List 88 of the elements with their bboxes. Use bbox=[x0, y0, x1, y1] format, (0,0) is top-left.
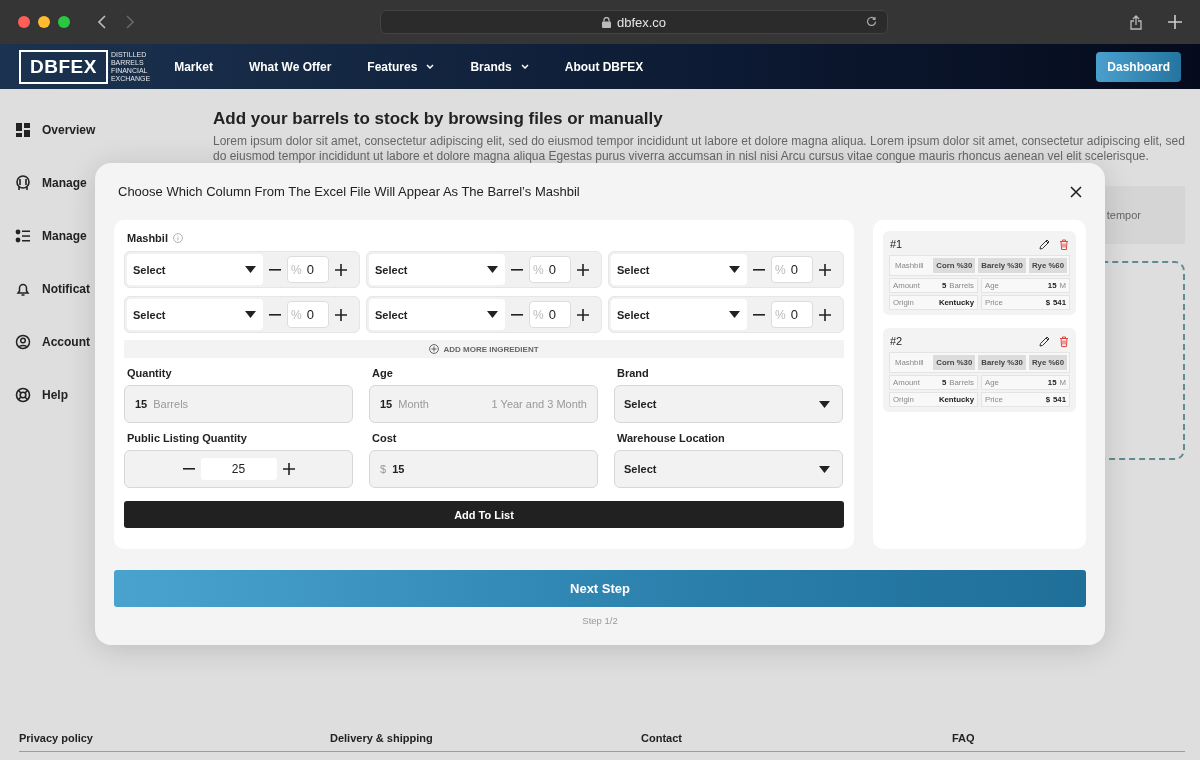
close-icon bbox=[1070, 185, 1082, 198]
field-label: Cost bbox=[372, 432, 398, 444]
percent-field[interactable]: % 0 bbox=[771, 301, 813, 328]
page-description: Lorem ipsum dolor sit amet, consectetur adipiscing elit, sed do eiusmod tempor incididunt ut labore et dolore magna aliqua. Lorem ipsum dolor sit amet, consectetur adipiscing elit, sed do eiusmod tempor incididunt ut labore et dolore magna aliqua Egestas purus viverra accumsan in nisl nisi Arcu cursus vitae congue mauris rhoncus aenean vel elit scelerisque. bbox=[213, 134, 1185, 164]
edit-button[interactable] bbox=[1039, 238, 1050, 250]
chevron-icon bbox=[426, 64, 435, 69]
pencil-icon bbox=[1039, 335, 1050, 347]
percent-field[interactable]: % 0 bbox=[771, 256, 813, 283]
field-label: Age bbox=[372, 367, 394, 379]
footer-link[interactable]: Delivery & shipping bbox=[330, 732, 433, 744]
sidebar-item[interactable]: Manage bbox=[42, 176, 87, 190]
pencil-icon bbox=[1039, 238, 1050, 250]
nav-link[interactable]: Brands bbox=[470, 59, 529, 74]
caret-icon bbox=[729, 266, 740, 273]
add-to-list-button[interactable]: Add To List bbox=[124, 501, 844, 528]
bell-icon bbox=[15, 281, 31, 297]
new-tab-icon[interactable] bbox=[1168, 15, 1182, 29]
barrel-number: #1 bbox=[890, 238, 903, 250]
lifebuoy-icon bbox=[15, 387, 31, 403]
caret-icon bbox=[245, 311, 256, 318]
caret-icon bbox=[487, 311, 498, 318]
caret-icon bbox=[819, 400, 830, 408]
sidebar-item[interactable]: Account bbox=[42, 335, 90, 349]
caret-icon bbox=[245, 266, 256, 273]
caret-icon bbox=[819, 465, 830, 473]
field-label: Quantity bbox=[127, 367, 173, 379]
minimize-button[interactable] bbox=[38, 16, 50, 28]
ingredient-select[interactable]: Select bbox=[369, 299, 505, 330]
next-step-button[interactable]: Next Step bbox=[114, 570, 1086, 607]
percent-field[interactable]: % 0 bbox=[287, 256, 329, 283]
ingredient-select[interactable]: Select bbox=[369, 254, 505, 285]
lock-icon bbox=[601, 16, 611, 28]
field-label: Warehouse Location bbox=[617, 432, 726, 444]
zoom-button[interactable] bbox=[58, 16, 70, 28]
dropdown-select[interactable]: Select bbox=[614, 450, 843, 488]
input-field[interactable]: $ 15 bbox=[369, 450, 598, 488]
edit-button[interactable] bbox=[1039, 335, 1050, 347]
input-field[interactable]: 15 Barrels bbox=[124, 385, 353, 423]
field-label: Public Listing Quantity bbox=[127, 432, 248, 444]
logo[interactable]: DBFEX bbox=[19, 49, 108, 84]
barrel-number: #2 bbox=[890, 335, 903, 347]
sidebar-item[interactable]: Notificat bbox=[42, 282, 90, 296]
footer-link[interactable]: FAQ bbox=[952, 732, 975, 744]
reload-icon[interactable] bbox=[866, 16, 877, 27]
percent-field[interactable]: % 0 bbox=[529, 256, 571, 283]
share-icon[interactable] bbox=[1130, 14, 1142, 30]
sidebar-item[interactable]: Overview bbox=[42, 123, 96, 137]
nav-link[interactable]: What We Offer bbox=[248, 59, 332, 74]
percent-field[interactable]: % 0 bbox=[287, 301, 329, 328]
dropdown-select[interactable]: Select bbox=[614, 385, 843, 423]
barrel-icon bbox=[15, 175, 31, 191]
caret-icon bbox=[729, 311, 740, 318]
nav-link[interactable]: Features bbox=[367, 59, 435, 74]
trash-icon bbox=[1059, 335, 1069, 347]
close-button[interactable] bbox=[1070, 185, 1082, 198]
percent-field[interactable]: % 0 bbox=[529, 301, 571, 328]
user-icon bbox=[15, 334, 31, 350]
grid-icon bbox=[15, 122, 31, 138]
plus-circle-icon bbox=[429, 344, 440, 354]
ingredient-select[interactable]: Select bbox=[611, 254, 747, 285]
field-label: Brand bbox=[617, 367, 650, 379]
delete-button[interactable] bbox=[1059, 238, 1069, 250]
footer-link[interactable]: Contact bbox=[641, 732, 682, 744]
ingredient-select[interactable]: Select bbox=[611, 299, 747, 330]
input-field[interactable]: 15 Month 1 Year and 3 Month bbox=[369, 385, 598, 423]
mashbil-label: Mashbil bbox=[127, 232, 168, 244]
sidebar-item[interactable]: Help bbox=[42, 388, 68, 402]
quantity-field[interactable]: 25 bbox=[200, 458, 277, 480]
page-heading: Add your barrels to stock by browsing files or manually bbox=[213, 109, 664, 129]
footer-link[interactable]: Privacy policy bbox=[19, 732, 93, 744]
ingredient-select[interactable]: Select bbox=[127, 254, 263, 285]
list-icon bbox=[15, 228, 31, 244]
modal-title: Choose Which Column From The Excel File Will Appear As The Barrel’s Mashbil bbox=[118, 184, 580, 199]
back-icon[interactable] bbox=[98, 15, 106, 29]
dashboard-button[interactable]: Dashboard bbox=[1096, 51, 1181, 82]
caret-icon bbox=[487, 266, 498, 273]
card-text: tempor bbox=[1106, 209, 1141, 221]
nav-link[interactable]: About DBFEX bbox=[564, 59, 644, 74]
sidebar-item[interactable]: Manage bbox=[42, 229, 87, 243]
delete-button[interactable] bbox=[1059, 335, 1069, 347]
add-ingredient-button[interactable]: ADD MORE INGREDIENT bbox=[423, 343, 545, 355]
trash-icon bbox=[1059, 238, 1069, 250]
chevron-icon bbox=[520, 64, 529, 69]
step-indicator: Step 1/2 bbox=[581, 615, 619, 626]
ingredient-select[interactable]: Select bbox=[127, 299, 263, 330]
address-bar[interactable]: dbfex.co bbox=[380, 10, 888, 34]
nav-link[interactable]: Market bbox=[174, 59, 213, 74]
close-window-button[interactable] bbox=[18, 16, 30, 28]
